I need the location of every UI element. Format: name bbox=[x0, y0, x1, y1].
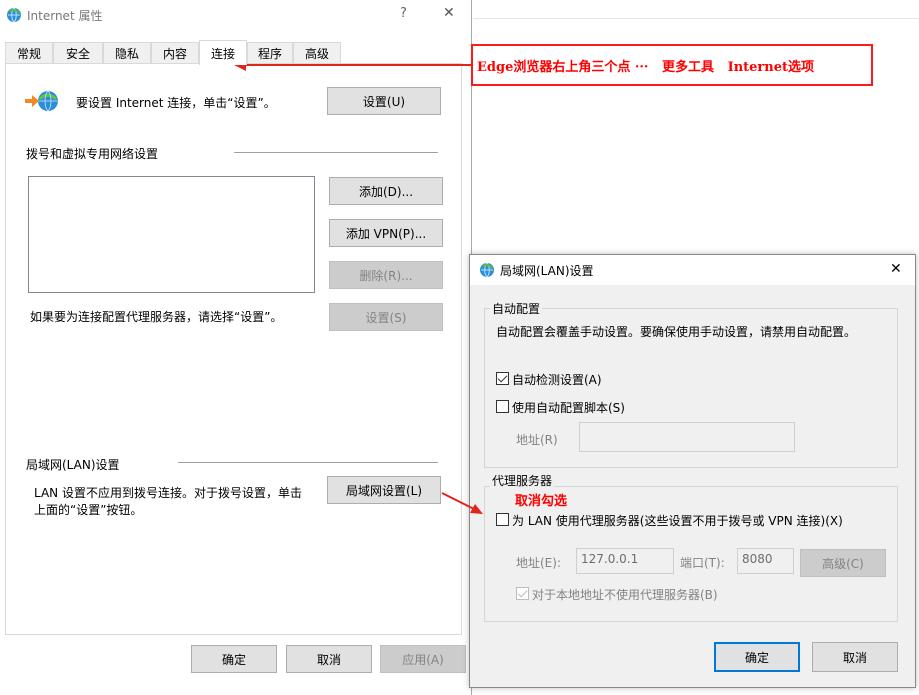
use-proxy-label[interactable]: 为 LAN 使用代理服务器(这些设置不用于拨号或 VPN 连接)(X) bbox=[512, 512, 843, 529]
tab-general[interactable]: 常规 bbox=[5, 42, 53, 64]
proxy-address-label: 地址(E): bbox=[516, 556, 561, 570]
lan-text-line-1: LAN 设置不应用到拨号连接。对于拨号设置，单击 bbox=[34, 486, 302, 500]
ok-button[interactable]: 确定 bbox=[191, 645, 277, 673]
proxy-hint-text: 如果要为连接配置代理服务器，请选择“设置”。 bbox=[30, 310, 283, 324]
auto-config-description: 自动配置会覆盖手动设置。要确保使用手动设置，请禁用自动配置。 bbox=[496, 325, 857, 339]
dialup-divider bbox=[234, 152, 438, 153]
auto-detect-checkbox[interactable] bbox=[496, 372, 509, 385]
settings-button: 设置(S) bbox=[329, 303, 443, 331]
connections-list[interactable] bbox=[28, 176, 315, 293]
setup-button[interactable]: 设置(U) bbox=[327, 87, 441, 115]
script-address-label: 地址(R) bbox=[516, 433, 558, 447]
use-script-label[interactable]: 使用自动配置脚本(S) bbox=[512, 399, 625, 416]
proxy-server-header: 代理服务器 bbox=[490, 472, 555, 489]
script-address-input bbox=[579, 422, 795, 452]
internet-properties-window: Internet 属性 ? ✕ 常规 安全 隐私 内容 连接 程序 高级 要设置… bbox=[0, 0, 472, 695]
add-vpn-button[interactable]: 添加 VPN(P)... bbox=[329, 219, 443, 247]
uncheck-annotation: 取消勾选 bbox=[515, 494, 568, 509]
annotation-text: Edge浏览器右上角三个点 ··· 更多工具 Internet选项 bbox=[477, 59, 815, 75]
background-divider bbox=[473, 18, 919, 19]
ie-globe-icon bbox=[6, 7, 22, 23]
window-title: Internet 属性 bbox=[27, 9, 103, 23]
tab-pointer-arrow bbox=[234, 59, 476, 71]
lan-text-line-2: 上面的“设置”按钮。 bbox=[34, 503, 143, 517]
port-label: 端口(T): bbox=[680, 556, 725, 570]
dialup-vpn-header: 拨号和虚拟专用网络设置 bbox=[26, 147, 159, 161]
window-titlebar: Internet 属性 ? ✕ bbox=[0, 0, 472, 30]
setup-text: 要设置 Internet 连接，单击“设置”。 bbox=[76, 96, 276, 110]
proxy-address-input: 127.0.0.1 bbox=[576, 548, 674, 574]
lan-ok-button[interactable]: 确定 bbox=[714, 642, 800, 672]
remove-button: 删除(R)... bbox=[329, 261, 443, 289]
cancel-button[interactable]: 取消 bbox=[286, 645, 372, 673]
lan-dialog-titlebar: 局域网(LAN)设置 ✕ bbox=[470, 255, 915, 285]
bypass-local-checkbox bbox=[516, 587, 529, 600]
bypass-local-label: 对于本地地址不使用代理服务器(B) bbox=[532, 588, 718, 602]
lan-settings-dialog: 局域网(LAN)设置 ✕ 自动配置 自动配置会覆盖手动设置。要确保使用手动设置，… bbox=[469, 254, 916, 688]
annotation-box: Edge浏览器右上角三个点 ··· 更多工具 Internet选项 bbox=[471, 44, 873, 86]
lan-cancel-button[interactable]: 取消 bbox=[812, 642, 898, 672]
tab-connections[interactable]: 连接 bbox=[199, 40, 247, 65]
close-icon[interactable]: ✕ bbox=[443, 5, 455, 21]
port-input: 8080 bbox=[737, 548, 794, 574]
tab-content[interactable]: 内容 bbox=[151, 42, 199, 64]
tab-privacy[interactable]: 隐私 bbox=[103, 42, 151, 64]
tab-security[interactable]: 安全 bbox=[53, 42, 103, 64]
lan-globe-icon bbox=[479, 262, 495, 278]
help-button[interactable]: ? bbox=[400, 6, 407, 21]
lan-close-icon[interactable]: ✕ bbox=[890, 261, 902, 277]
use-script-checkbox[interactable] bbox=[496, 400, 509, 413]
advanced-button: 高级(C) bbox=[800, 549, 886, 577]
add-button[interactable]: 添加(D)... bbox=[329, 177, 443, 205]
auto-detect-label[interactable]: 自动检测设置(A) bbox=[512, 371, 602, 388]
lan-divider bbox=[178, 462, 438, 463]
lan-pointer-arrow bbox=[441, 492, 483, 514]
lan-dialog-title: 局域网(LAN)设置 bbox=[500, 264, 594, 278]
connection-wizard-icon bbox=[24, 88, 58, 114]
lan-settings-header: 局域网(LAN)设置 bbox=[26, 458, 120, 472]
use-proxy-checkbox[interactable] bbox=[496, 513, 509, 526]
apply-button: 应用(A) bbox=[380, 645, 466, 673]
auto-config-header: 自动配置 bbox=[490, 300, 543, 317]
lan-settings-button[interactable]: 局域网设置(L) bbox=[327, 476, 441, 504]
